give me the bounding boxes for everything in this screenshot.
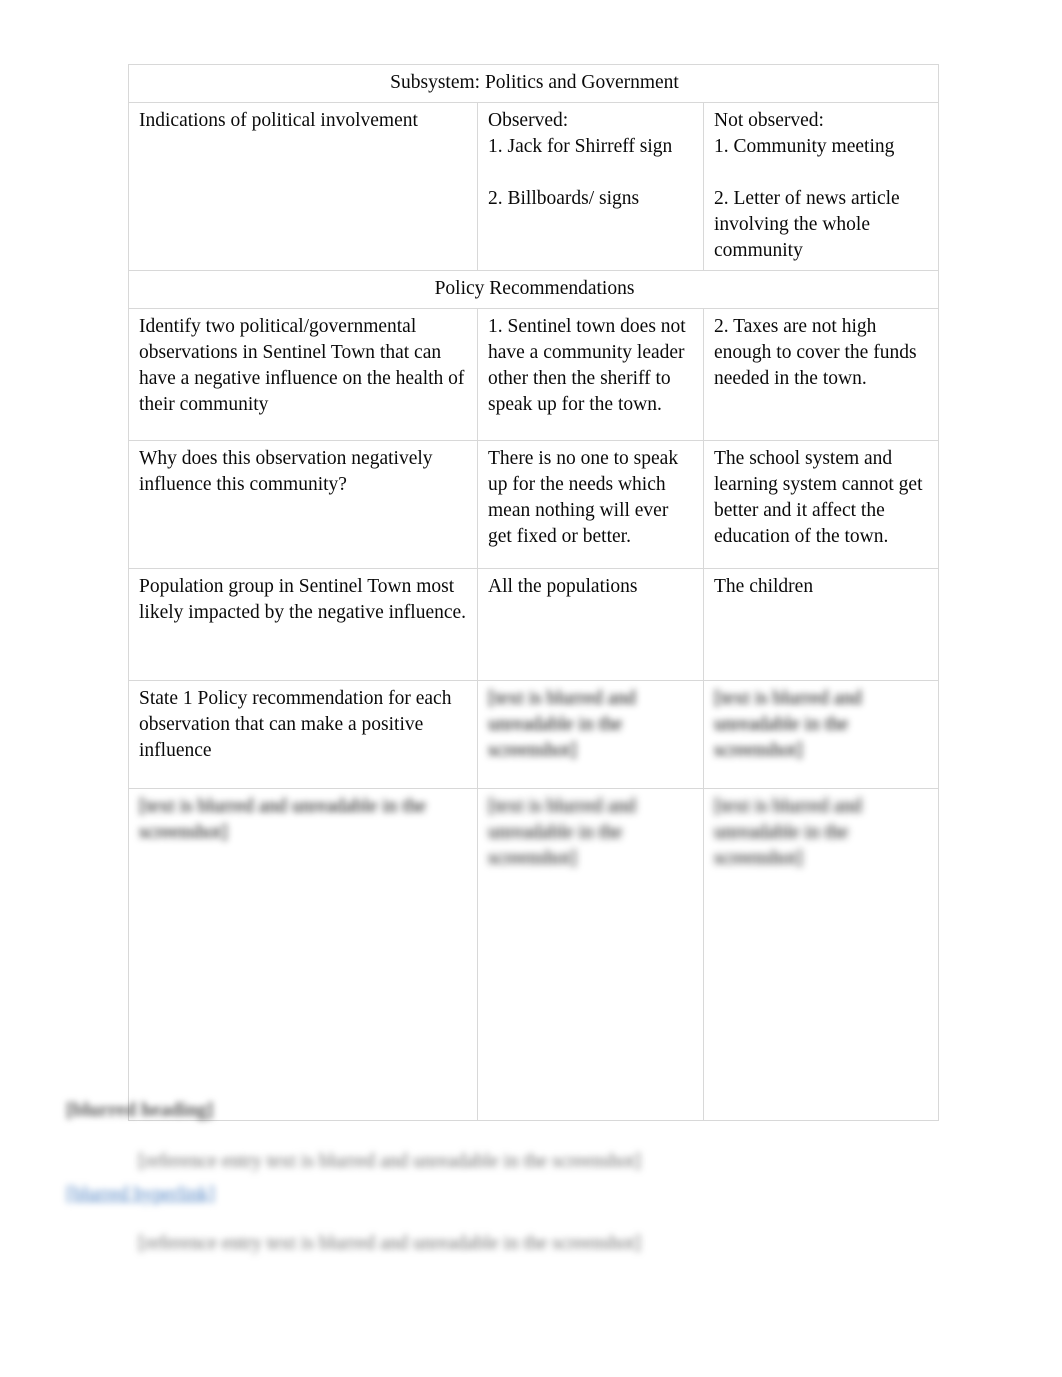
- cell-prompt-population: Population group in Sentinel Town most l…: [128, 568, 478, 681]
- cell-evidence-answer-2: [text is blurred and unreadable in the s…: [702, 788, 940, 1121]
- reference-entry: [reference entry text is blurred and unr…: [66, 1146, 996, 1210]
- table-row: Population group in Sentinel Town most l…: [128, 568, 940, 681]
- observed-label: Observed:: [488, 110, 569, 131]
- section-heading-subsystem: Subsystem: Politics and Government: [127, 64, 940, 103]
- references-heading: [blurred heading]: [66, 1100, 214, 1121]
- not-observed-item-1: 1. Community meeting: [714, 136, 895, 157]
- not-observed-label: Not observed:: [714, 110, 824, 131]
- table-row-section-heading-2: Policy Recommendations: [127, 270, 940, 309]
- section-heading-policy-recommendations: Policy Recommendations: [127, 270, 940, 309]
- table-row: Why does this observation negatively inf…: [128, 440, 940, 569]
- observed-item-1: 1. Jack for Shirreff sign: [488, 136, 673, 157]
- not-observed-item-2: 2. Letter of news article involving the …: [714, 188, 905, 261]
- cell-identify-observation-2: 2. Taxes are not high enough to cover th…: [702, 308, 940, 441]
- worksheet-table: Subsystem: Politics and Government Indic…: [127, 64, 940, 1121]
- cell-not-observed: Not observed: 1. Community meeting 2. Le…: [702, 102, 940, 271]
- document-page: Subsystem: Politics and Government Indic…: [0, 0, 1062, 1377]
- cell-observed: Observed: 1. Jack for Shirreff sign 2. B…: [477, 102, 704, 271]
- table-row: Indications of political involvement Obs…: [128, 102, 940, 271]
- cell-prompt-evidence-rationale: [text is blurred and unreadable in the s…: [128, 788, 478, 1121]
- table-row: Identify two political/governmental obse…: [128, 308, 940, 441]
- cell-why-answer-1: There is no one to speak up for the need…: [477, 440, 704, 569]
- cell-population-answer-2: The children: [702, 568, 940, 681]
- cell-why-answer-2: The school system and learning system ca…: [702, 440, 940, 569]
- cell-prompt-state-policy: State 1 Policy recommendation for each o…: [128, 680, 478, 789]
- cell-prompt-indications: Indications of political involvement: [128, 102, 478, 271]
- cell-prompt-why: Why does this observation negatively inf…: [128, 440, 478, 569]
- cell-population-answer-1: All the populations: [477, 568, 704, 681]
- cell-identify-observation-1: 1. Sentinel town does not have a communi…: [477, 308, 704, 441]
- observed-item-2: 2. Billboards/ signs: [488, 188, 640, 209]
- table-row: [text is blurred and unreadable in the s…: [128, 788, 940, 1121]
- cell-evidence-answer-1: [text is blurred and unreadable in the s…: [477, 788, 704, 1121]
- reference-entry: [reference entry text is blurred and unr…: [138, 1233, 641, 1254]
- cell-state-policy-answer-1: [text is blurred and unreadable in the s…: [477, 680, 704, 789]
- table-row-section-heading-1: Subsystem: Politics and Government: [127, 64, 940, 103]
- reference-entry-text: [reference entry text is blurred and unr…: [138, 1151, 641, 1172]
- cell-prompt-identify: Identify two political/governmental obse…: [128, 308, 478, 441]
- reference-hyperlink[interactable]: [blurred hyperlink]: [66, 1179, 996, 1210]
- table-row: State 1 Policy recommendation for each o…: [128, 680, 940, 789]
- cell-state-policy-answer-2: [text is blurred and unreadable in the s…: [702, 680, 940, 789]
- references-section: [blurred heading] [reference entry text …: [66, 1098, 996, 1277]
